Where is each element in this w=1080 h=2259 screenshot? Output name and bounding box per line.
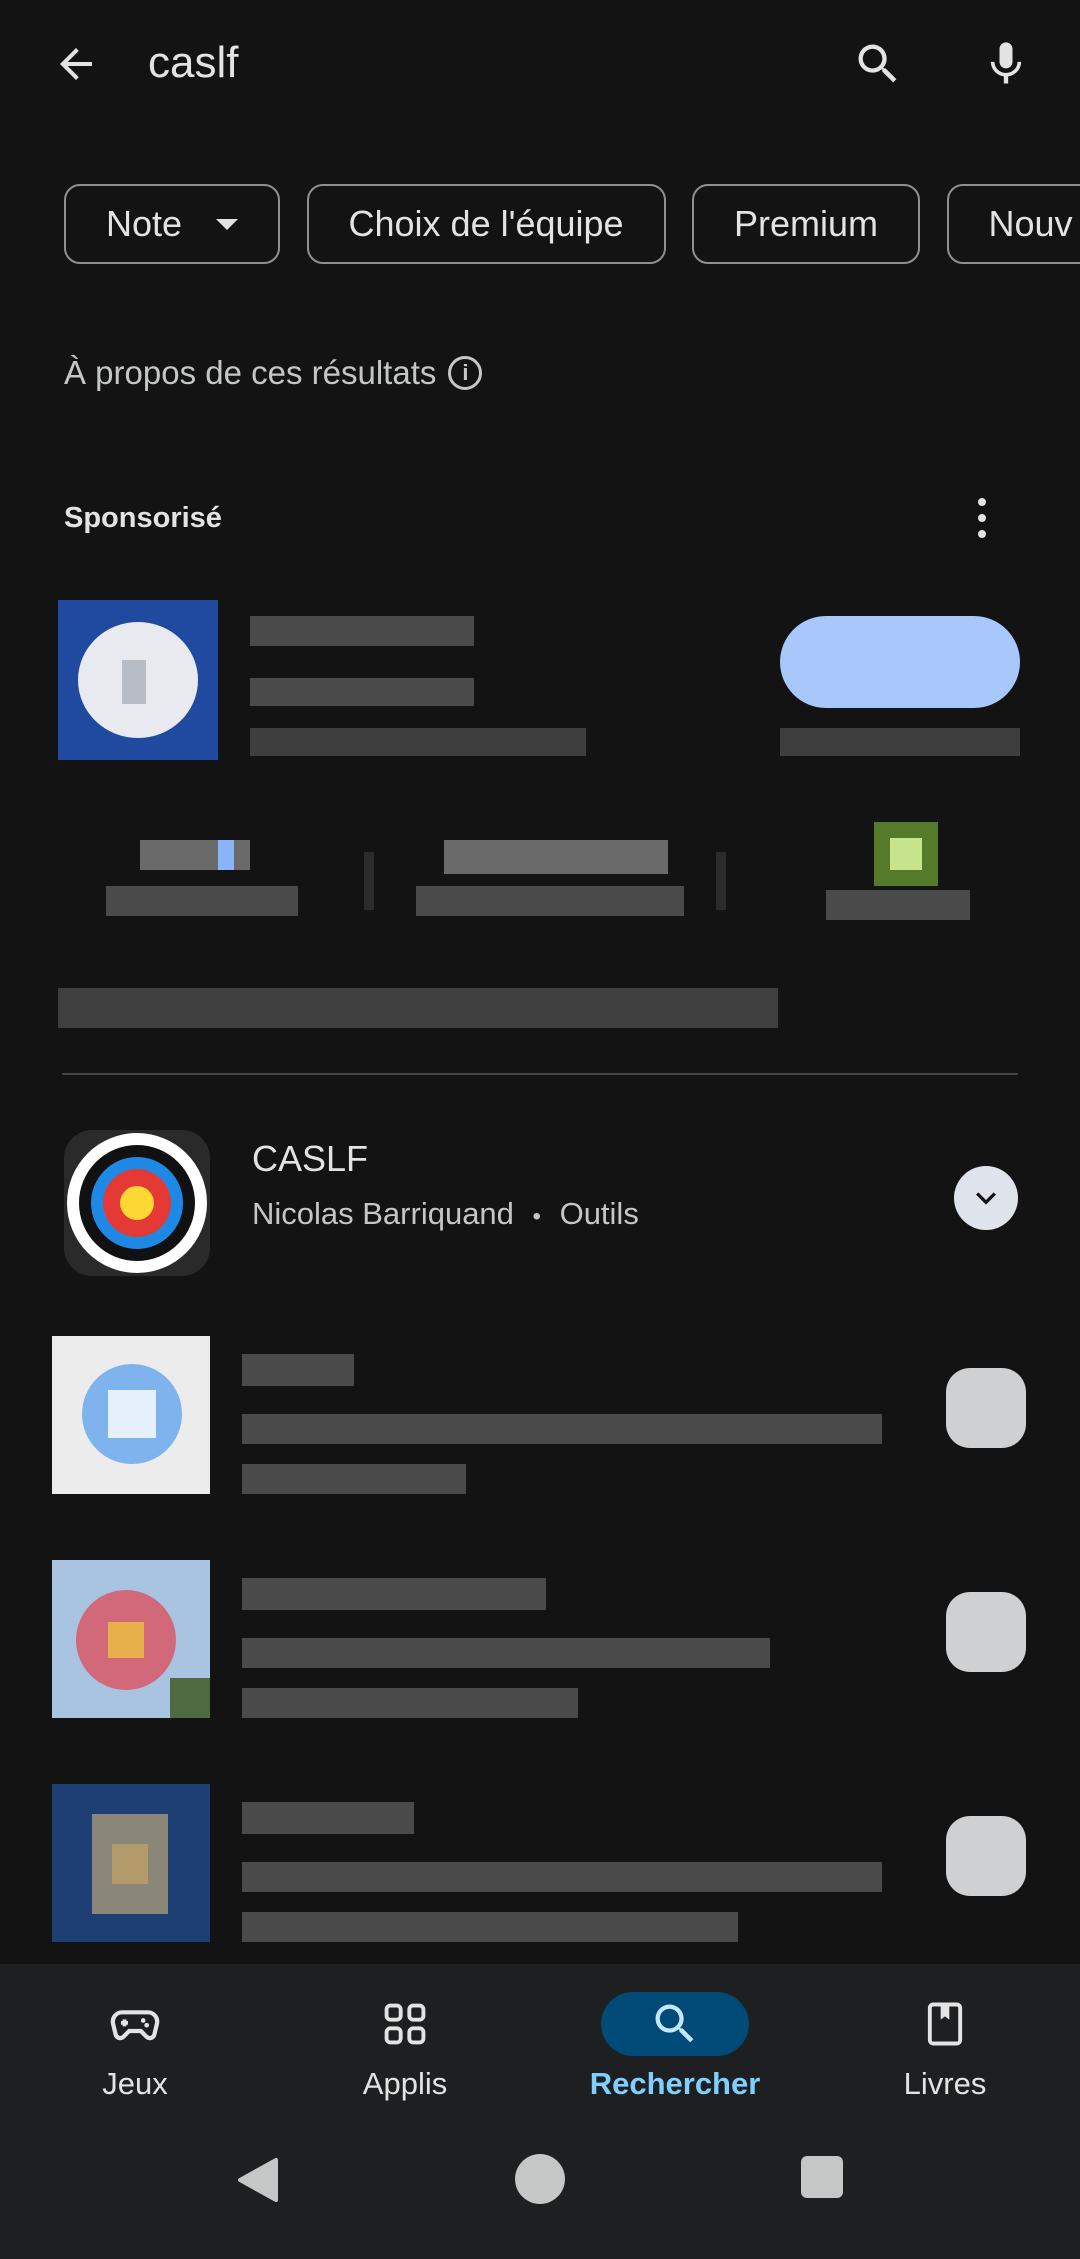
system-back-button[interactable] xyxy=(228,2150,288,2210)
blurred-text xyxy=(826,890,970,920)
nav-item-apps[interactable]: Applis xyxy=(270,1964,540,2124)
bookmark-book-icon xyxy=(885,1992,1005,2056)
app-subtitle: Nicolas Barriquand • Outils xyxy=(252,1196,639,1232)
chip-label: Choix de l'équipe xyxy=(348,203,624,244)
target-icon xyxy=(67,1133,207,1273)
filter-chip-new[interactable]: Nouv xyxy=(946,184,1080,264)
info-icon: i xyxy=(448,356,483,390)
blurred-text xyxy=(242,1464,466,1494)
blurred-expand-button[interactable] xyxy=(946,1592,1026,1672)
system-navigation-bar xyxy=(0,2124,1080,2259)
system-recents-button[interactable] xyxy=(801,2156,843,2198)
arrow-back-icon xyxy=(60,48,92,80)
blurred-text xyxy=(242,1912,738,1942)
nav-label: Jeux xyxy=(102,2066,168,2101)
filter-chips: Note Choix de l'équipe Premium Nouv xyxy=(64,184,1080,268)
result-item[interactable] xyxy=(0,1768,1080,1958)
blurred-badge xyxy=(890,838,922,870)
blurred-text xyxy=(444,840,668,874)
blurred-divider xyxy=(364,852,374,910)
blurred-app-icon xyxy=(52,1560,210,1718)
chip-label: Premium xyxy=(734,203,879,244)
blurred-text xyxy=(58,988,778,1028)
blurred-text xyxy=(242,1862,882,1892)
filter-chip-premium[interactable]: Premium xyxy=(692,184,921,264)
search-button[interactable] xyxy=(846,32,910,96)
search-icon xyxy=(601,1992,749,2056)
triangle-back-icon xyxy=(238,2158,278,2202)
chip-label: Nouv xyxy=(988,203,1073,244)
caslf-app-icon[interactable] xyxy=(64,1130,210,1276)
bottom-navigation: Jeux Applis Rechercher Livres xyxy=(0,1964,1080,2124)
result-item[interactable] xyxy=(0,1544,1080,1734)
blurred-star xyxy=(218,840,234,870)
blurred-text xyxy=(250,678,474,706)
dot xyxy=(978,530,986,538)
dot xyxy=(978,498,986,506)
blurred-text xyxy=(242,1802,414,1834)
app-title: CASLF xyxy=(252,1138,369,1179)
search-icon xyxy=(858,44,897,83)
app-category: Outils xyxy=(559,1196,639,1231)
nav-label: Livres xyxy=(903,2066,987,2101)
about-results-label: À propos de ces résultats xyxy=(64,354,437,391)
dropdown-arrow-icon xyxy=(216,218,239,230)
nav-label: Rechercher xyxy=(589,2066,761,2101)
separator-dot: • xyxy=(532,1203,541,1230)
voice-search-button[interactable] xyxy=(974,32,1038,96)
blurred-text xyxy=(242,1578,546,1610)
blurred-text xyxy=(250,616,474,646)
nav-item-games[interactable]: Jeux xyxy=(0,1964,270,2124)
filter-chip-editors-choice[interactable]: Choix de l'équipe xyxy=(306,184,666,264)
chip-label: Note xyxy=(106,203,183,244)
chevron-down-icon xyxy=(976,1192,996,1205)
blurred-expand-button[interactable] xyxy=(946,1368,1026,1448)
nav-label: Applis xyxy=(362,2066,448,2101)
blurred-text xyxy=(242,1638,770,1668)
blurred-app-icon xyxy=(52,1784,210,1942)
filter-chip-note[interactable]: Note xyxy=(64,184,281,264)
blurred-text xyxy=(780,728,1020,756)
sponsored-ad-card[interactable] xyxy=(0,590,1080,1040)
blurred-text xyxy=(242,1354,354,1386)
developer-name: Nicolas Barriquand xyxy=(252,1196,514,1231)
sponsored-app-icon xyxy=(58,600,218,760)
blurred-text xyxy=(242,1688,578,1718)
sponsored-label: Sponsorisé xyxy=(64,502,222,534)
result-item[interactable] xyxy=(0,1320,1080,1510)
back-button[interactable] xyxy=(44,32,108,96)
search-query[interactable]: caslf xyxy=(148,38,238,88)
blurred-divider xyxy=(716,852,726,910)
blurred-text xyxy=(416,886,684,916)
apps-grid-icon xyxy=(345,1992,465,2056)
nav-item-books[interactable]: Livres xyxy=(810,1964,1080,2124)
blurred-text xyxy=(242,1414,882,1444)
more-options-button[interactable] xyxy=(962,492,1002,544)
mic-icon xyxy=(990,42,1022,84)
divider xyxy=(62,1073,1018,1075)
blurred-text xyxy=(250,728,586,756)
about-results-link[interactable]: À propos de ces résultats i xyxy=(64,354,483,392)
dot xyxy=(978,514,986,522)
sponsored-install-button[interactable] xyxy=(780,616,1020,708)
system-home-button[interactable] xyxy=(515,2154,565,2204)
blurred-text xyxy=(106,886,298,916)
nav-item-search[interactable]: Rechercher xyxy=(540,1964,810,2124)
gamepad-icon xyxy=(75,1992,195,2056)
blurred-expand-button[interactable] xyxy=(946,1816,1026,1896)
search-bar: caslf xyxy=(0,0,1080,140)
blurred-app-icon xyxy=(52,1336,210,1494)
expand-button[interactable] xyxy=(954,1166,1018,1230)
